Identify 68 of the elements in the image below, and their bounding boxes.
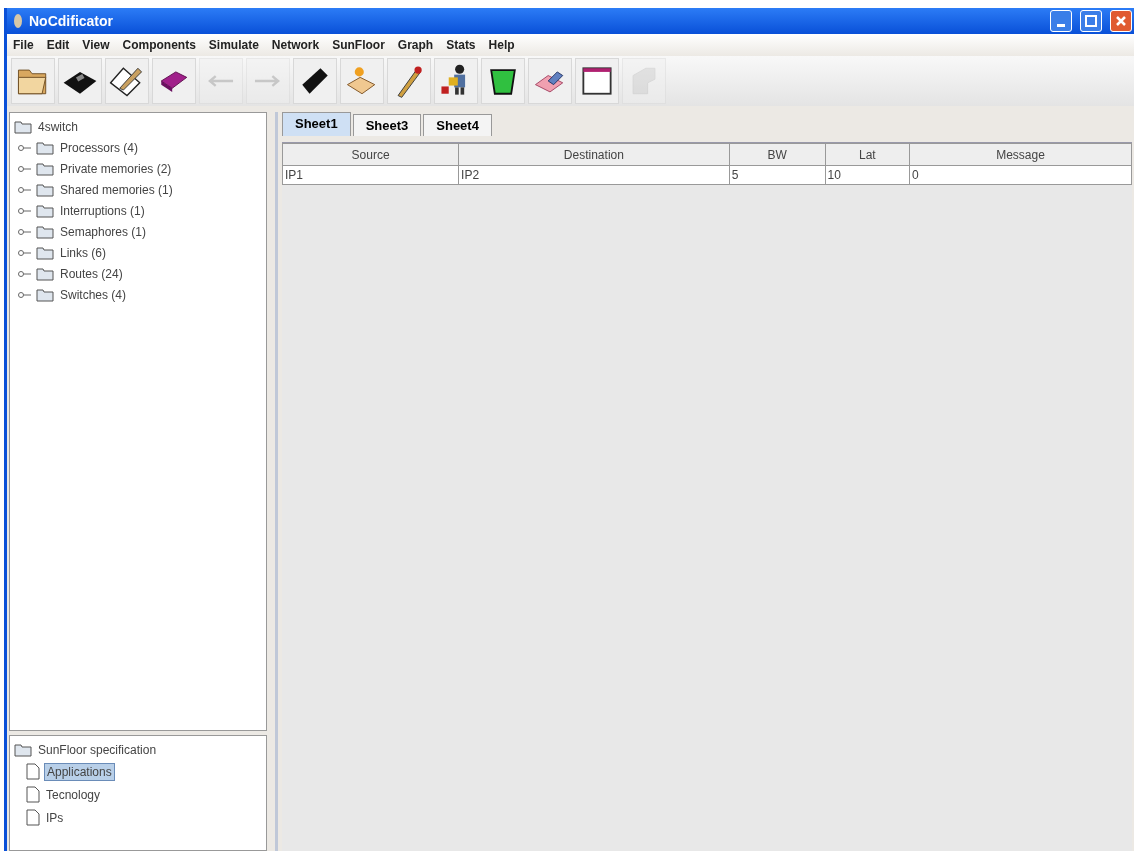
- folder-icon: [36, 161, 54, 176]
- forward-arrow-icon: [254, 74, 282, 88]
- tree-item[interactable]: Semaphores (1): [58, 223, 149, 240]
- tree-item[interactable]: Applications: [44, 762, 115, 781]
- column-header[interactable]: BW: [729, 143, 826, 166]
- collapsed-handle-icon[interactable]: [18, 268, 32, 279]
- minimize-button[interactable]: [1050, 10, 1072, 32]
- tree-item[interactable]: IPs: [44, 809, 66, 826]
- collapsed-handle-icon[interactable]: [18, 142, 32, 153]
- folder-icon: [36, 182, 54, 197]
- menu-item[interactable]: Components: [122, 38, 196, 52]
- sheet-tab[interactable]: Sheet4: [423, 114, 492, 136]
- tree-item[interactable]: Private memories (2): [58, 160, 174, 177]
- folder-icon: [36, 140, 54, 155]
- minimize-icon: [1057, 23, 1065, 27]
- toolbar-button[interactable]: [434, 58, 478, 104]
- menu-item[interactable]: Graph: [397, 38, 434, 52]
- maximize-icon: [1085, 15, 1097, 27]
- tree-item[interactable]: Shared memories (1): [58, 181, 175, 198]
- tree-item[interactable]: 4switch: [36, 118, 80, 135]
- menu-item[interactable]: File: [13, 38, 34, 52]
- folder-icon: [36, 287, 54, 302]
- tree-item[interactable]: SunFloor specification: [36, 741, 159, 758]
- collapsed-handle-icon[interactable]: [18, 205, 32, 216]
- maximize-button[interactable]: [1080, 10, 1102, 32]
- toolbar-button[interactable]: [58, 58, 102, 104]
- column-header[interactable]: Source: [282, 143, 459, 166]
- tree-item[interactable]: Processors (4): [58, 139, 141, 156]
- document-icon: [26, 786, 40, 803]
- window-title: NoCdificator: [29, 13, 113, 29]
- collapsed-handle-icon[interactable]: [18, 184, 32, 195]
- collapsed-handle-icon[interactable]: [18, 247, 32, 258]
- toolbar-button[interactable]: [575, 58, 619, 104]
- folder-icon: [36, 203, 54, 218]
- folder-icon: [14, 119, 32, 134]
- back-arrow-icon: [207, 74, 235, 88]
- folder-icon: [14, 742, 32, 757]
- document-icon: [26, 809, 40, 826]
- menu-item[interactable]: Simulate: [208, 38, 259, 52]
- close-icon: [1115, 15, 1127, 27]
- folder-icon: [36, 266, 54, 281]
- menu-item[interactable]: SunFloor: [332, 38, 385, 52]
- collapsed-handle-icon[interactable]: [18, 226, 32, 237]
- close-button[interactable]: [1110, 10, 1132, 32]
- menu-item[interactable]: View: [82, 38, 110, 52]
- tree-item[interactable]: Tecnology: [44, 786, 103, 803]
- document-icon: [26, 763, 40, 780]
- column-header[interactable]: Destination: [458, 143, 730, 166]
- sheet-tab[interactable]: Sheet3: [352, 114, 422, 136]
- column-header[interactable]: Message: [909, 143, 1132, 166]
- menu-item[interactable]: Network: [271, 38, 320, 52]
- toolbar-button[interactable]: [105, 58, 149, 104]
- column-header[interactable]: Lat: [825, 143, 910, 166]
- toolbar-button[interactable]: [481, 58, 525, 104]
- folder-icon: [36, 245, 54, 260]
- menu-item[interactable]: Stats: [446, 38, 476, 52]
- sheet-tab[interactable]: Sheet1: [282, 112, 351, 136]
- tree-item[interactable]: Routes (24): [58, 265, 125, 282]
- collapsed-handle-icon[interactable]: [18, 163, 32, 174]
- tree-item[interactable]: Links (6): [58, 244, 108, 261]
- menu-item[interactable]: Help: [488, 38, 515, 52]
- collapsed-handle-icon[interactable]: [18, 289, 32, 300]
- tree-item[interactable]: Switches (4): [58, 286, 129, 303]
- toolbar-button[interactable]: [152, 58, 196, 104]
- folder-icon: [36, 224, 54, 239]
- tree-item[interactable]: Interruptions (1): [58, 202, 147, 219]
- menu-item[interactable]: Edit: [46, 38, 70, 52]
- app-icon: [13, 13, 23, 29]
